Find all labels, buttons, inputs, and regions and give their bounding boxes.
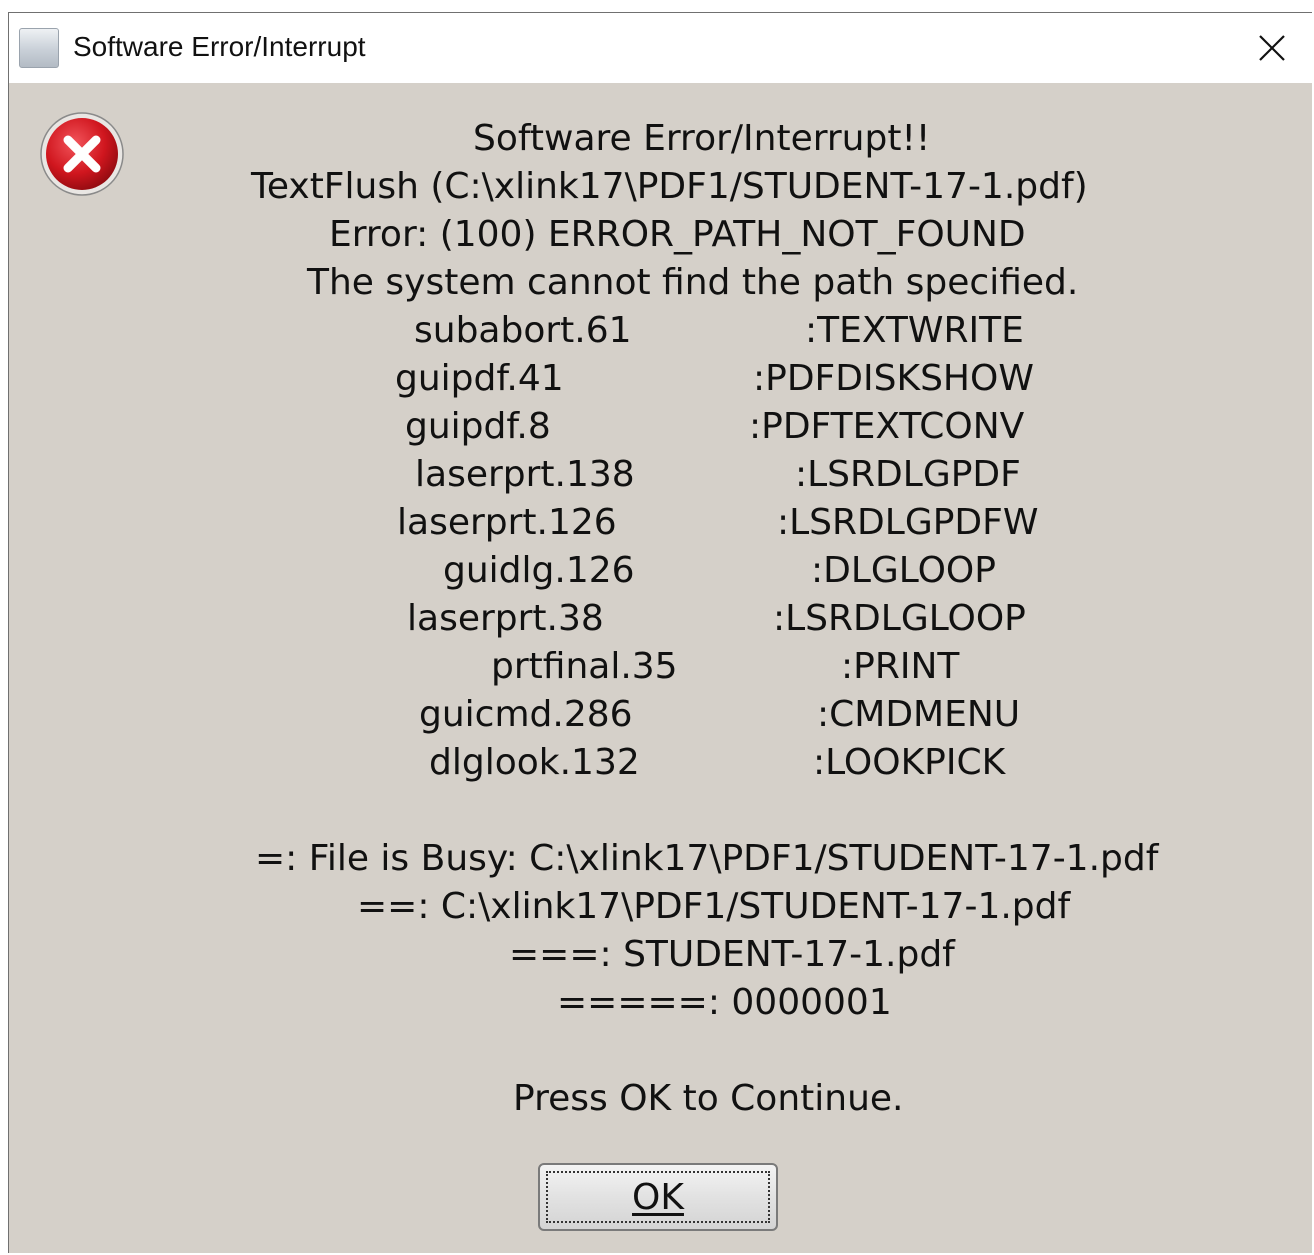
window-title: Software Error/Interrupt [73,31,366,62]
stack-location: guicmd.286 [419,694,633,735]
close-icon [1259,35,1285,61]
close-button[interactable] [1232,13,1312,83]
detail-line: =: File is Busy: C:\xlink17\PDF1/STUDENT… [255,838,1159,879]
stack-routine: :PDFTEXTCONV [749,406,1025,447]
error-description: The system cannot find the path specifie… [307,262,1079,303]
detail-line: ==: C:\xlink17\PDF1/STUDENT-17-1.pdf [357,886,1071,927]
stack-location: laserprt.38 [407,598,604,639]
stack-location: laserprt.138 [415,454,635,495]
stack-location: guidlg.126 [443,550,635,591]
stack-routine: :DLGLOOP [811,550,996,591]
stack-routine: :PRINT [841,646,960,687]
stack-routine: :LSRDLGLOOP [773,598,1026,639]
continue-prompt: Press OK to Continue. [513,1078,904,1119]
stack-routine: :PDFDISKSHOW [753,358,1034,399]
ok-button-label: OK [632,1176,684,1218]
stack-routine: :LSRDLGPDFW [777,502,1039,543]
stack-routine: :LSRDLGPDF [795,454,1021,495]
function-line: TextFlush (C:\xlink17\PDF1/STUDENT-17-1.… [251,166,1088,207]
stack-routine: :CMDMENU [817,694,1021,735]
stack-location: laserprt.126 [397,502,617,543]
error-icon [40,112,124,196]
stack-routine: :LOOKPICK [813,742,1006,783]
title-bar[interactable]: Software Error/Interrupt [9,13,1312,83]
stack-location: guipdf.41 [395,358,564,399]
stack-location: guipdf.8 [405,406,551,447]
detail-line: ===: STUDENT-17-1.pdf [509,934,955,975]
stack-location: prtfinal.35 [491,646,678,687]
detail-line: =====: 0000001 [557,982,892,1023]
stack-location: dlglook.132 [429,742,640,783]
error-code-line: Error: (100) ERROR_PATH_NOT_FOUND [329,214,1026,255]
error-heading: Software Error/Interrupt!! [473,118,931,159]
stack-routine: :TEXTWRITE [805,310,1024,351]
app-icon [19,28,59,68]
ok-button[interactable]: OK [538,1163,778,1231]
stack-location: subabort.61 [414,310,632,351]
error-dialog: Software Error/Interrupt Software Error/… [8,12,1312,1253]
